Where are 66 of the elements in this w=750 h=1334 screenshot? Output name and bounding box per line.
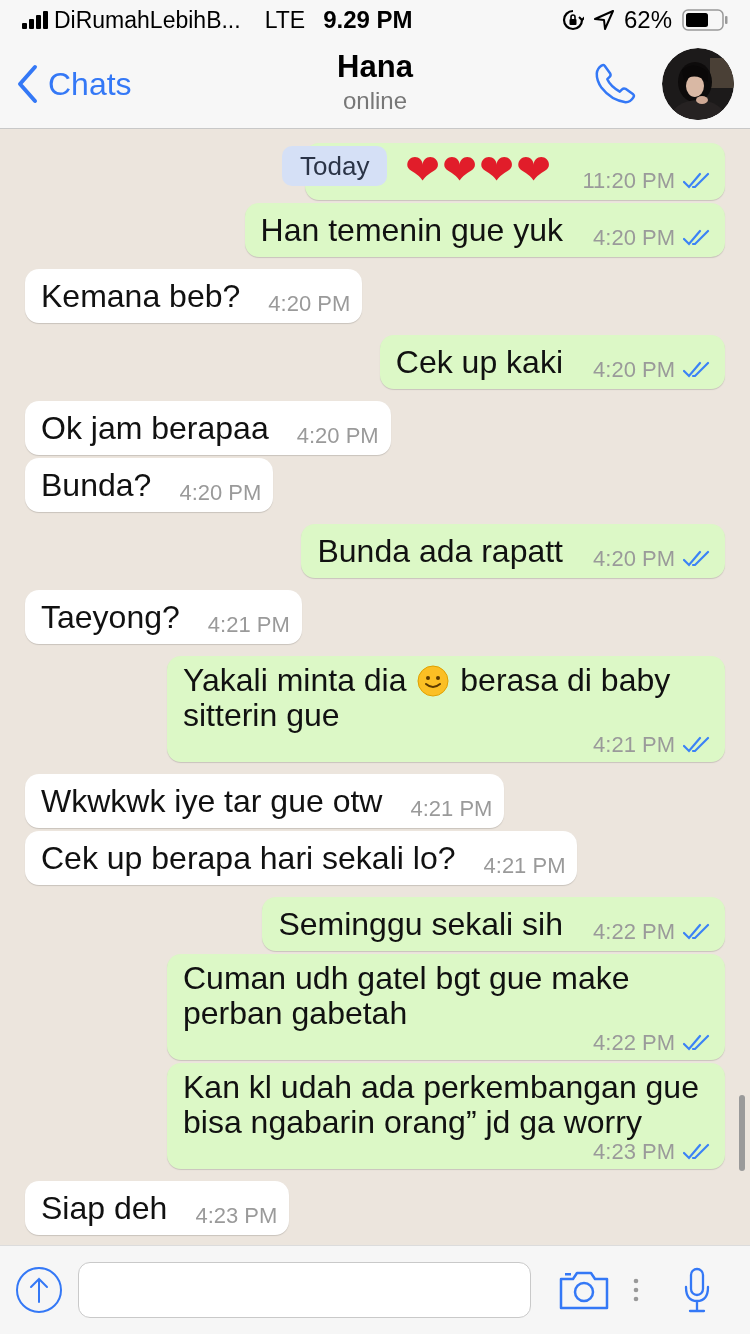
message-text: Ok jam berapaa <box>41 410 269 446</box>
message-bubble[interactable]: Bunda? 4:20 PM <box>25 458 274 512</box>
message-bubble[interactable]: Cek up kaki 4:20 PM <box>379 335 725 389</box>
message-text: Cek up kaki <box>395 344 563 380</box>
network-type: LTE <box>264 5 306 35</box>
message-time: 4:21 PM <box>593 733 675 757</box>
status-time: 9.29 PM <box>323 5 413 35</box>
message-text: Cek up berapa hari sekali lo? <box>41 840 456 876</box>
message-text: Seminggu sekali sih <box>278 906 563 942</box>
microphone-icon <box>683 1267 711 1313</box>
camera-icon <box>559 1270 609 1310</box>
message-time: 11:20 PM <box>582 169 675 193</box>
message-time: 4:20 PM <box>593 226 675 250</box>
message-input[interactable] <box>78 1262 531 1318</box>
date-toast: Today <box>282 146 388 186</box>
message-text: Wkwkwk iye tar gue otw <box>41 783 383 819</box>
message-bubble[interactable]: Yakali minta dia berasa di baby sitterin gue 4:21 PM <box>167 656 725 762</box>
message-time: 4:20 PM <box>179 481 262 505</box>
message-time: 4:23 PM <box>195 1204 278 1228</box>
message-time: 4:20 PM <box>296 424 379 448</box>
message-text: Yakali minta dia berasa di baby sitterin gue <box>183 663 672 733</box>
battery-percent: 62% <box>623 5 672 35</box>
message-time: 4:21 PM <box>483 854 566 878</box>
message-time: 4:21 PM <box>207 613 290 637</box>
camera-button[interactable] <box>559 1270 609 1310</box>
message-text: Cuman udh gatel bgt gue make perban gabetah <box>183 961 631 1031</box>
carrier-name: DiRumahLebihB... <box>54 5 241 35</box>
microphone-button[interactable] <box>683 1267 711 1313</box>
upload-button[interactable] <box>16 1267 62 1313</box>
emoji-message: ❤❤❤❤ <box>405 155 553 191</box>
message-text: Bunda? <box>41 467 152 503</box>
back-button[interactable]: Chats <box>16 60 132 108</box>
message-text: Kemana beb? <box>41 278 241 314</box>
message-bubble[interactable]: Wkwkwk iye tar gue otw 4:21 PM <box>25 774 505 828</box>
contact-status: online <box>342 86 408 116</box>
message-time: 4:22 PM <box>593 1031 675 1055</box>
message-bubble[interactable]: Cuman udh gatel bgt gue make perban gabetah 4:22 PM <box>167 954 725 1060</box>
message-bubble[interactable]: Taeyong? 4:21 PM <box>25 590 302 644</box>
signal-icon <box>22 11 50 29</box>
message-text: Taeyong? <box>41 599 180 635</box>
message-bubble[interactable]: Han temenin gue yuk 4:20 PM <box>244 203 725 257</box>
message-time: 4:23 PM <box>593 1140 675 1164</box>
chevron-left-icon <box>16 64 38 104</box>
contact-name: Hana <box>337 48 413 86</box>
message-time: 4:22 PM <box>593 920 675 944</box>
rotation-lock-icon <box>561 9 584 31</box>
battery-icon <box>682 9 728 31</box>
more-dots-icon[interactable] <box>633 1278 639 1302</box>
arrow-up-icon <box>29 1276 49 1304</box>
message-bubble[interactable]: Bunda ada rapatt 4:20 PM <box>301 524 725 578</box>
message-time: 4:20 PM <box>593 358 675 382</box>
message-bubble[interactable]: Kemana beb? 4:20 PM <box>25 269 363 323</box>
message-time: 4:21 PM <box>410 797 493 821</box>
message-bubble[interactable]: Siap deh 4:23 PM <box>25 1181 290 1235</box>
message-bubble[interactable]: Cek up berapa hari sekali lo? 4:21 PM <box>25 831 578 885</box>
smiley-emoji-icon <box>417 665 450 697</box>
message-text: Bunda ada rapatt <box>317 533 563 569</box>
message-text: Han temenin gue yuk <box>260 212 563 248</box>
message-text: Siap deh <box>41 1190 168 1226</box>
message-bubble[interactable]: Ok jam berapaa 4:20 PM <box>25 401 391 455</box>
message-bubble[interactable]: Seminggu sekali sih 4:22 PM <box>262 897 725 951</box>
message-time: 4:20 PM <box>593 547 675 571</box>
location-arrow-icon <box>593 10 614 30</box>
message-time: 4:20 PM <box>268 292 351 316</box>
message-bubble[interactable]: Kan kl udah ada perkembangan gue bisa ngabarin orang” jd ga worry 4:23 PM <box>167 1063 725 1169</box>
message-text: Kan kl udah ada perkembangan gue bisa ngabarin orang” jd ga worry <box>183 1070 700 1140</box>
